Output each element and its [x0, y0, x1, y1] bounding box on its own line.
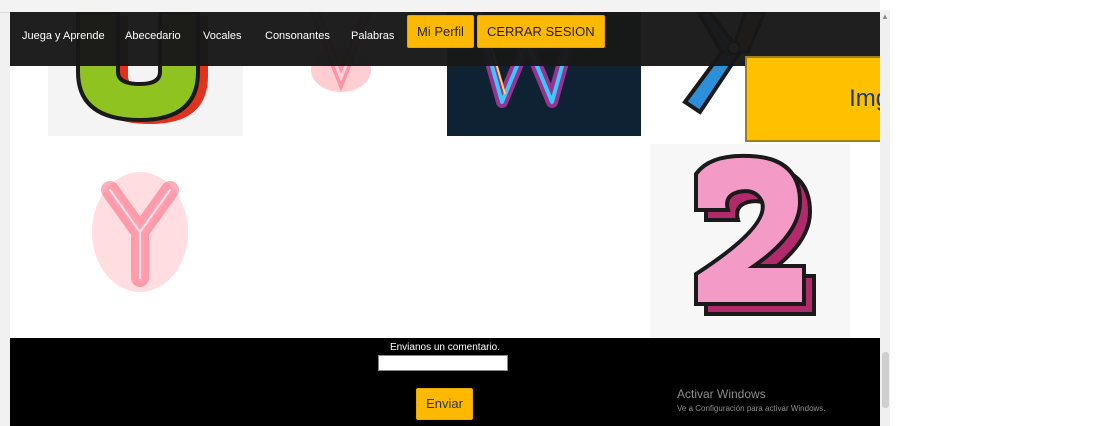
nav-link-consonantes[interactable]: Consonantes [265, 30, 330, 42]
nav-link-juega-y-aprende[interactable]: Juega y Aprende [22, 30, 105, 42]
vertical-scrollbar[interactable]: ▲ [880, 10, 890, 426]
watermark-subtitle: Ve a Configuración para activar Windows. [677, 404, 826, 413]
comment-footer: Envianos un comentario. Enviar Activar W… [10, 338, 880, 426]
scroll-up-arrow-icon[interactable]: ▲ [881, 12, 889, 21]
nav-link-vocales[interactable]: Vocales [203, 30, 242, 42]
logout-button[interactable]: CERRAR SESION [477, 15, 605, 48]
right-blank-area [890, 10, 1100, 426]
letter-tile-z[interactable]: Z [650, 144, 850, 340]
profile-button[interactable]: Mi Perfil [407, 15, 474, 48]
nav-link-abecedario[interactable]: Abecedario [125, 30, 181, 42]
window-left-gutter [0, 0, 10, 426]
letter-tile-y[interactable]: Y [80, 160, 220, 320]
letter-z-image [694, 153, 816, 316]
scroll-thumb[interactable] [882, 352, 889, 408]
nav-link-palabras[interactable]: Palabras [351, 30, 394, 42]
comment-input[interactable] [378, 355, 508, 371]
letter-y-image [92, 172, 188, 292]
watermark-title: Activar Windows [677, 387, 766, 401]
send-button[interactable]: Enviar [416, 388, 473, 420]
comment-label: Envianos un comentario. [389, 342, 501, 353]
activation-watermark: Activar Windows Ve a Configuración para … [677, 387, 826, 413]
